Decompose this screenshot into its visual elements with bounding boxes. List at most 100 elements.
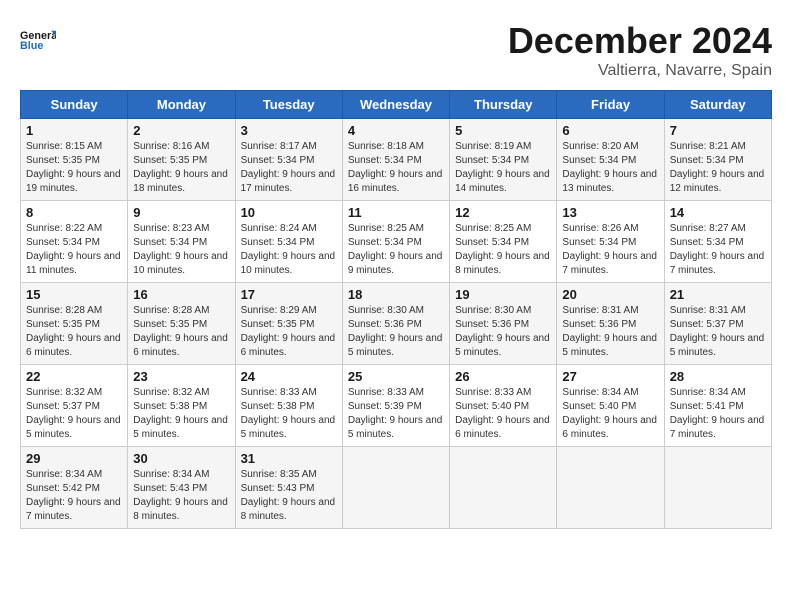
day-info: Sunrise: 8:28 AMSunset: 5:35 PMDaylight:… [133,304,229,360]
day-info: Sunrise: 8:29 AMSunset: 5:35 PMDaylight:… [241,304,337,360]
day-number: 14 [670,205,766,220]
day-number: 13 [562,205,658,220]
day-info: Sunrise: 8:19 AMSunset: 5:34 PMDaylight:… [455,140,551,196]
day-number: 19 [455,287,551,302]
day-number: 17 [241,287,337,302]
calendar-day-cell: 3 Sunrise: 8:17 AMSunset: 5:34 PMDaylight… [235,119,342,201]
day-info: Sunrise: 8:20 AMSunset: 5:34 PMDaylight:… [562,140,658,196]
calendar-day-cell [557,447,664,529]
location: Valtierra, Navarre, Spain [508,62,772,80]
calendar-day-cell: 14 Sunrise: 8:27 AMSunset: 5:34 PMDayligh… [664,201,771,283]
calendar-day-cell: 18Sunrise: 8:30 AMSunset: 5:36 PMDayligh… [342,283,449,365]
day-number: 11 [348,205,444,220]
day-number: 24 [241,369,337,384]
day-number: 7 [670,123,766,138]
day-info: Sunrise: 8:25 AMSunset: 5:34 PMDaylight:… [455,222,551,278]
day-info: Sunrise: 8:25 AMSunset: 5:34 PMDaylight:… [348,222,444,278]
calendar-day-cell: 2 Sunrise: 8:16 AMSunset: 5:35 PMDaylight… [128,119,235,201]
day-number: 9 [133,205,229,220]
calendar-day-cell: 28 Sunrise: 8:34 AMSunset: 5:41 PMDayligh… [664,365,771,447]
calendar-day-cell [342,447,449,529]
day-number: 29 [26,451,122,466]
calendar-week-row: 15 Sunrise: 8:28 AMSunset: 5:35 PMDayligh… [21,283,772,365]
day-info: Sunrise: 8:28 AMSunset: 5:35 PMDaylight:… [26,304,122,360]
svg-text:Blue: Blue [20,40,43,52]
weekday-header-saturday: Saturday [664,91,771,119]
calendar-day-cell: 20Sunrise: 8:31 AMSunset: 5:36 PMDayligh… [557,283,664,365]
day-number: 25 [348,369,444,384]
calendar-week-row: 1Sunrise: 8:15 AMSunset: 5:35 PMDaylight… [21,119,772,201]
day-number: 16 [133,287,229,302]
day-info: Sunrise: 8:31 AMSunset: 5:36 PMDaylight:… [562,304,658,360]
calendar-day-cell [450,447,557,529]
calendar-day-cell: 1Sunrise: 8:15 AMSunset: 5:35 PMDaylight… [21,119,128,201]
calendar-week-row: 8 Sunrise: 8:22 AMSunset: 5:34 PMDaylight… [21,201,772,283]
day-number: 30 [133,451,229,466]
page-header: General Blue December 2024 Valtierra, Na… [20,20,772,80]
weekday-header-wednesday: Wednesday [342,91,449,119]
day-info: Sunrise: 8:24 AMSunset: 5:34 PMDaylight:… [241,222,337,278]
calendar-week-row: 29 Sunrise: 8:34 AMSunset: 5:42 PMDayligh… [21,447,772,529]
calendar-day-cell: 19 Sunrise: 8:30 AMSunset: 5:36 PMDayligh… [450,283,557,365]
day-number: 10 [241,205,337,220]
day-number: 12 [455,205,551,220]
month-title: December 2024 [508,20,772,62]
calendar-day-cell: 8 Sunrise: 8:22 AMSunset: 5:34 PMDaylight… [21,201,128,283]
day-number: 21 [670,287,766,302]
day-number: 4 [348,123,444,138]
calendar-day-cell: 6 Sunrise: 8:20 AMSunset: 5:34 PMDaylight… [557,119,664,201]
day-info: Sunrise: 8:18 AMSunset: 5:34 PMDaylight:… [348,140,444,196]
day-number: 15 [26,287,122,302]
day-number: 26 [455,369,551,384]
day-info: Sunrise: 8:34 AMSunset: 5:40 PMDaylight:… [562,386,658,442]
day-info: Sunrise: 8:34 AMSunset: 5:42 PMDaylight:… [26,468,122,524]
day-info: Sunrise: 8:23 AMSunset: 5:34 PMDaylight:… [133,222,229,278]
calendar-day-cell: 11 Sunrise: 8:25 AMSunset: 5:34 PMDayligh… [342,201,449,283]
day-number: 28 [670,369,766,384]
day-info: Sunrise: 8:15 AMSunset: 5:35 PMDaylight:… [26,140,122,196]
calendar-day-cell: 29 Sunrise: 8:34 AMSunset: 5:42 PMDayligh… [21,447,128,529]
day-number: 27 [562,369,658,384]
weekday-header-tuesday: Tuesday [235,91,342,119]
logo: General Blue [20,20,56,56]
calendar-day-cell: 22Sunrise: 8:32 AMSunset: 5:37 PMDayligh… [21,365,128,447]
weekday-header-sunday: Sunday [21,91,128,119]
day-info: Sunrise: 8:21 AMSunset: 5:34 PMDaylight:… [670,140,766,196]
day-number: 2 [133,123,229,138]
logo-icon: General Blue [20,20,56,56]
calendar-day-cell: 25Sunrise: 8:33 AMSunset: 5:39 PMDayligh… [342,365,449,447]
day-info: Sunrise: 8:33 AMSunset: 5:38 PMDaylight:… [241,386,337,442]
day-info: Sunrise: 8:34 AMSunset: 5:43 PMDaylight:… [133,468,229,524]
calendar-day-cell: 13Sunrise: 8:26 AMSunset: 5:34 PMDayligh… [557,201,664,283]
day-info: Sunrise: 8:31 AMSunset: 5:37 PMDaylight:… [670,304,766,360]
calendar-day-cell: 21 Sunrise: 8:31 AMSunset: 5:37 PMDayligh… [664,283,771,365]
day-info: Sunrise: 8:17 AMSunset: 5:34 PMDaylight:… [241,140,337,196]
calendar-day-cell: 7 Sunrise: 8:21 AMSunset: 5:34 PMDaylight… [664,119,771,201]
calendar-day-cell: 10 Sunrise: 8:24 AMSunset: 5:34 PMDayligh… [235,201,342,283]
day-info: Sunrise: 8:27 AMSunset: 5:34 PMDaylight:… [670,222,766,278]
calendar-day-cell: 27 Sunrise: 8:34 AMSunset: 5:40 PMDayligh… [557,365,664,447]
calendar-day-cell: 16 Sunrise: 8:28 AMSunset: 5:35 PMDayligh… [128,283,235,365]
day-info: Sunrise: 8:34 AMSunset: 5:41 PMDaylight:… [670,386,766,442]
day-number: 3 [241,123,337,138]
weekday-header-friday: Friday [557,91,664,119]
day-info: Sunrise: 8:30 AMSunset: 5:36 PMDaylight:… [455,304,551,360]
calendar-day-cell: 4 Sunrise: 8:18 AMSunset: 5:34 PMDaylight… [342,119,449,201]
calendar-day-cell: 31Sunrise: 8:35 AMSunset: 5:43 PMDayligh… [235,447,342,529]
weekday-header-row: SundayMondayTuesdayWednesdayThursdayFrid… [21,91,772,119]
day-number: 23 [133,369,229,384]
day-number: 31 [241,451,337,466]
calendar-day-cell: 30 Sunrise: 8:34 AMSunset: 5:43 PMDayligh… [128,447,235,529]
calendar-table: SundayMondayTuesdayWednesdayThursdayFrid… [20,90,772,529]
day-number: 6 [562,123,658,138]
day-info: Sunrise: 8:33 AMSunset: 5:40 PMDaylight:… [455,386,551,442]
day-info: Sunrise: 8:22 AMSunset: 5:34 PMDaylight:… [26,222,122,278]
day-info: Sunrise: 8:16 AMSunset: 5:35 PMDaylight:… [133,140,229,196]
calendar-day-cell: 12 Sunrise: 8:25 AMSunset: 5:34 PMDayligh… [450,201,557,283]
day-number: 8 [26,205,122,220]
calendar-day-cell: 23Sunrise: 8:32 AMSunset: 5:38 PMDayligh… [128,365,235,447]
calendar-day-cell: 26 Sunrise: 8:33 AMSunset: 5:40 PMDayligh… [450,365,557,447]
calendar-day-cell: 5Sunrise: 8:19 AMSunset: 5:34 PMDaylight… [450,119,557,201]
calendar-day-cell: 17 Sunrise: 8:29 AMSunset: 5:35 PMDayligh… [235,283,342,365]
weekday-header-thursday: Thursday [450,91,557,119]
